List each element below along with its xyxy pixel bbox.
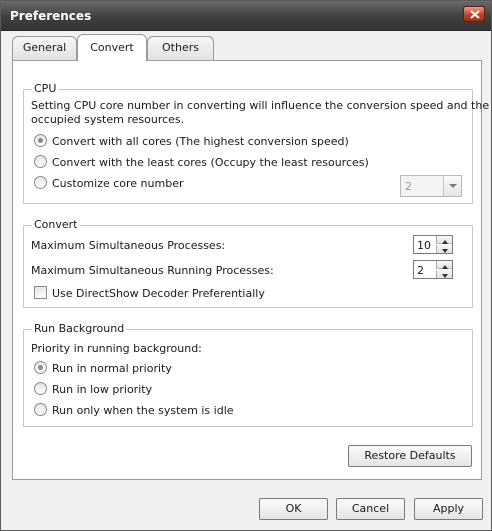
restore-defaults-button[interactable]: Restore Defaults <box>348 445 472 467</box>
directshow-label[interactable]: Use DirectShow Decoder Preferentially <box>52 287 265 300</box>
title-bar[interactable]: Preferences <box>1 1 491 31</box>
cpu-description-line2: occupied system resources. <box>31 113 185 126</box>
spin-up-icon[interactable] <box>436 236 452 244</box>
spin-down-icon[interactable] <box>436 270 452 278</box>
stepper-buttons <box>436 236 452 253</box>
directshow-checkbox[interactable] <box>34 286 47 299</box>
radio-normal-priority-label[interactable]: Run in normal priority <box>52 362 172 375</box>
core-number-dropdown[interactable]: 2 <box>400 175 462 197</box>
convert-legend: Convert <box>32 218 80 231</box>
max-running-stepper[interactable]: 2 <box>413 260 453 279</box>
tab-convert-label: Convert <box>90 41 134 54</box>
spin-down-icon[interactable] <box>436 245 452 253</box>
radio-idle-priority-label[interactable]: Run only when the system is idle <box>52 404 234 417</box>
max-processes-stepper[interactable]: 10 <box>413 235 453 254</box>
radio-customize-cores-label[interactable]: Customize core number <box>52 177 184 190</box>
radio-customize-cores[interactable] <box>34 176 47 189</box>
tab-general[interactable]: General <box>12 36 77 60</box>
tab-others-label: Others <box>162 41 199 54</box>
tab-convert[interactable]: Convert <box>77 34 147 61</box>
radio-least-cores-label[interactable]: Convert with the least cores (Occupy the… <box>52 156 369 169</box>
close-icon <box>470 10 480 19</box>
core-number-value: 2 <box>405 180 412 193</box>
cpu-description-line1: Setting CPU core number in converting wi… <box>31 99 490 112</box>
preferences-window: Preferences General Convert Others CPU S… <box>0 0 492 531</box>
tab-others[interactable]: Others <box>147 36 214 60</box>
convert-panel: CPU Setting CPU core number in convertin… <box>12 60 489 480</box>
stepper-buttons <box>436 261 452 278</box>
radio-all-cores-label[interactable]: Convert with all cores (The highest conv… <box>52 135 349 148</box>
cpu-group: CPU Setting CPU core number in convertin… <box>23 82 489 204</box>
ok-button[interactable]: OK <box>259 498 328 520</box>
apply-button[interactable]: Apply <box>414 498 483 520</box>
run-background-group: Run Background Priority in running backg… <box>23 322 473 427</box>
max-running-label: Maximum Simultaneous Running Processes: <box>31 264 274 277</box>
close-button[interactable] <box>463 6 485 22</box>
radio-all-cores[interactable] <box>34 134 47 147</box>
run-background-legend: Run Background <box>32 322 127 335</box>
max-processes-value[interactable]: 10 <box>417 239 431 252</box>
radio-normal-priority[interactable] <box>34 361 47 374</box>
radio-low-priority[interactable] <box>34 382 47 395</box>
tab-general-label: General <box>22 41 67 54</box>
max-running-value[interactable]: 2 <box>417 264 424 277</box>
window-title: Preferences <box>10 9 92 23</box>
radio-low-priority-label[interactable]: Run in low priority <box>52 383 152 396</box>
priority-label: Priority in running background: <box>31 342 202 355</box>
radio-least-cores[interactable] <box>34 155 47 168</box>
radio-idle-priority[interactable] <box>34 403 47 416</box>
cpu-legend: CPU <box>32 82 59 95</box>
convert-group: Convert Maximum Simultaneous Processes: … <box>23 218 473 308</box>
cancel-button[interactable]: Cancel <box>336 498 405 520</box>
max-processes-label: Maximum Simultaneous Processes: <box>31 239 226 252</box>
spin-up-icon[interactable] <box>436 261 452 269</box>
chevron-down-icon <box>443 176 461 196</box>
